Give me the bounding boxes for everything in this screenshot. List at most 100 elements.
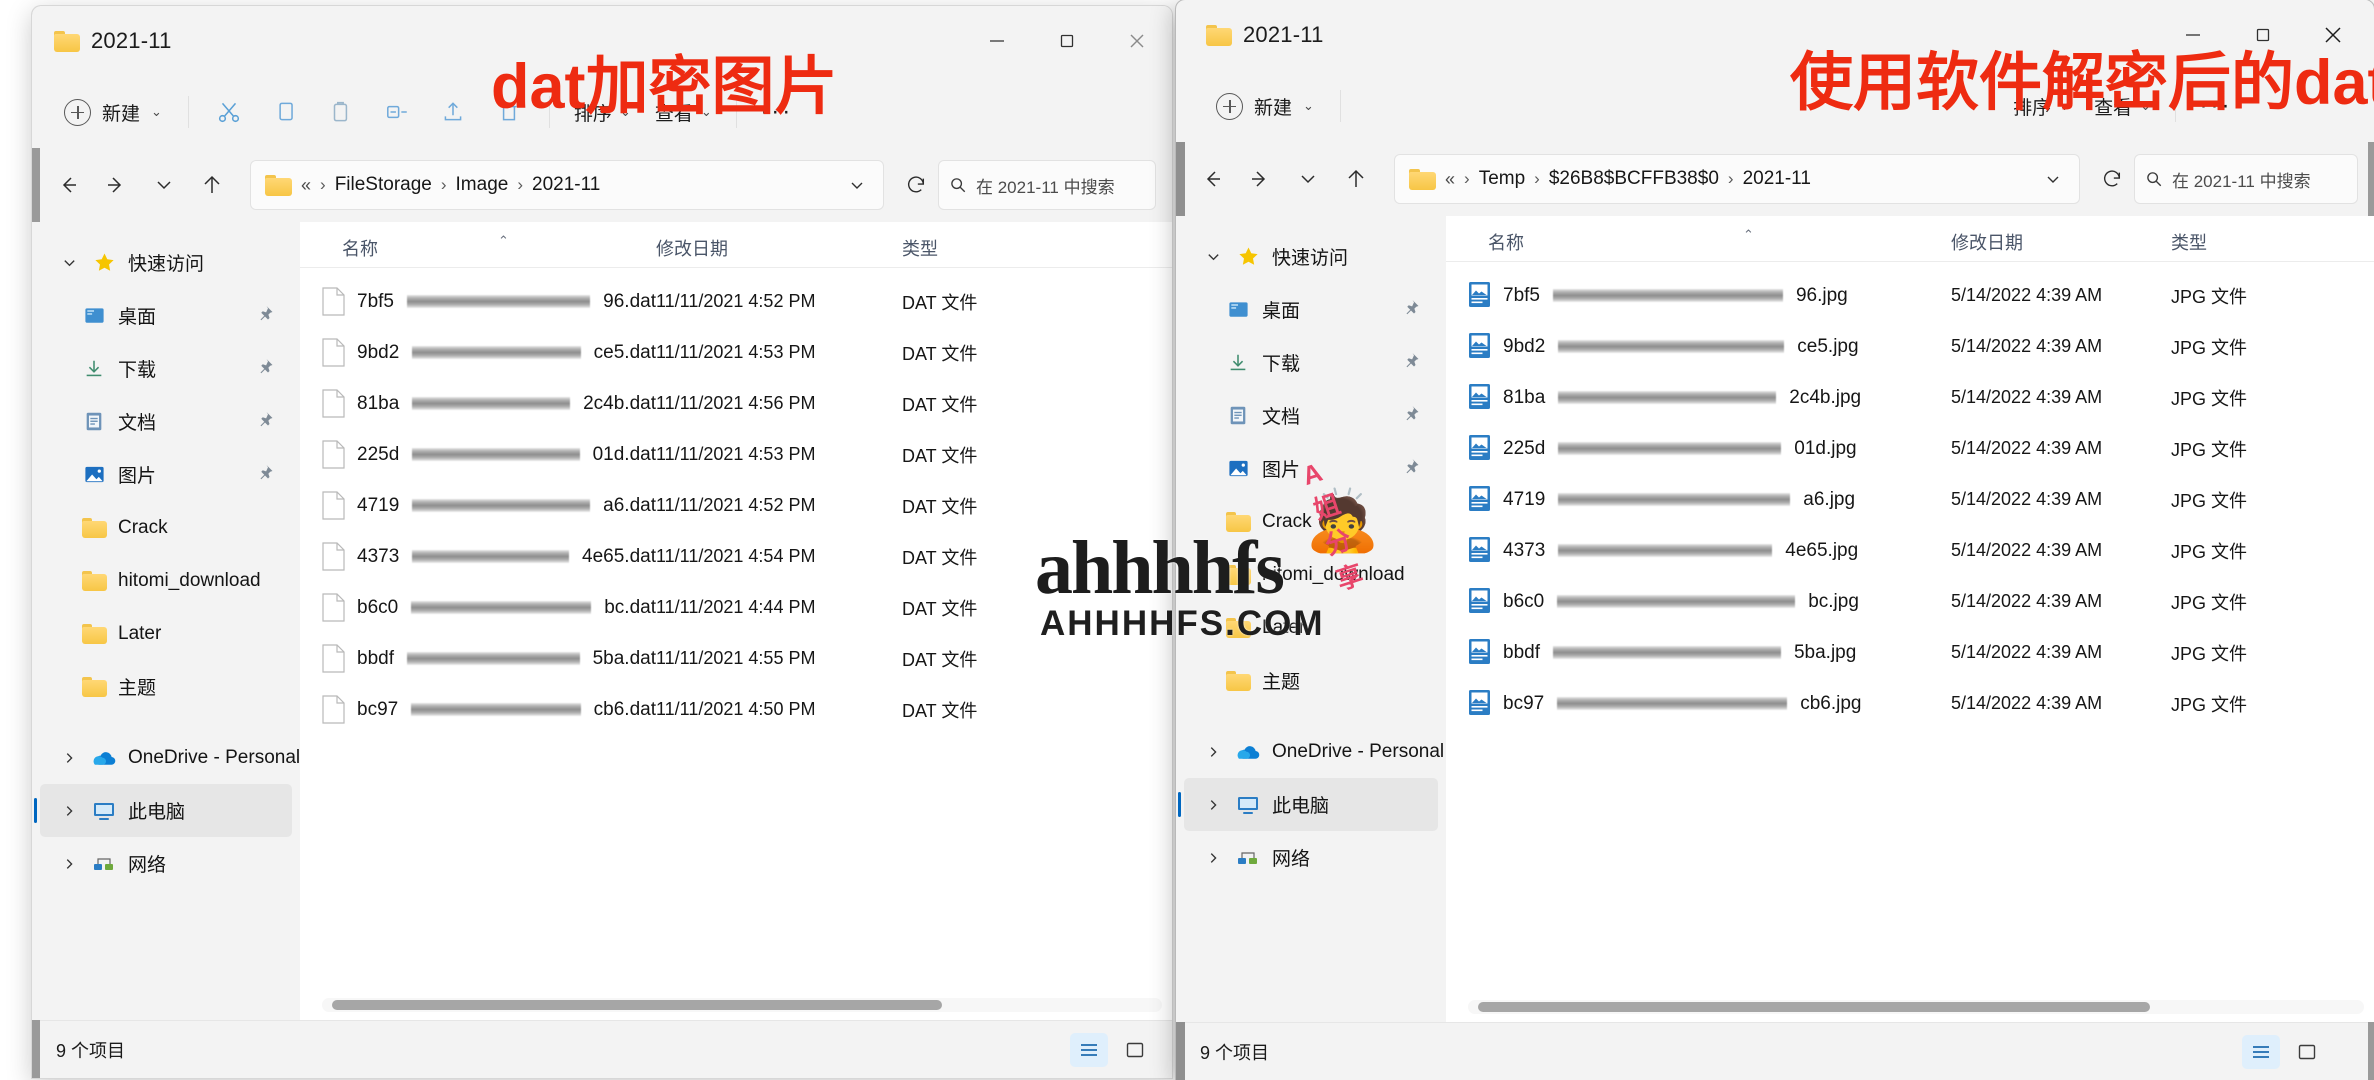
file-name-cell[interactable]: 225d 01d.dat (300, 440, 656, 469)
file-name-cell[interactable]: 4719 a6.dat (300, 491, 656, 520)
breadcrumb-item[interactable]: Temp (1479, 168, 1525, 190)
sidebar-item-hitomi-download[interactable]: hitomi_download (40, 554, 292, 607)
table-row[interactable]: bc97 cb6.jpg 5/14/2022 4:39 AM JPG 文件 (1446, 678, 2374, 729)
column-header-name[interactable]: 名称 ⌃ (300, 233, 656, 261)
chevron-right-icon[interactable] (58, 804, 80, 818)
sidebar-item-desktop[interactable]: 桌面 (40, 289, 292, 342)
file-name-cell[interactable]: bc97 cb6.dat (300, 695, 656, 724)
search-input-left[interactable]: 在 2021-11 中搜索 (938, 160, 1156, 210)
table-row[interactable]: 81ba 2c4b.dat 11/11/2021 4:56 PM DAT 文件 (300, 378, 1172, 429)
cut-button[interactable] (201, 86, 257, 138)
sidebar-item-later[interactable]: Later (1184, 601, 1438, 654)
refresh-button[interactable] (894, 163, 938, 207)
recent-locations-button[interactable] (1284, 155, 1332, 203)
more-options-button[interactable]: ··· (749, 88, 805, 136)
sidebar-item-crack[interactable]: Crack (40, 501, 292, 554)
column-header-date[interactable]: 修改日期 (1951, 229, 2171, 255)
sidebar-item-quick-access[interactable]: 快速访问 (1184, 230, 1438, 283)
breadcrumb-item[interactable]: $26B8$BCFFB38$0 (1549, 168, 1719, 190)
scrollbar-thumb[interactable] (332, 1000, 942, 1010)
new-button[interactable]: 新建 ⌄ (1208, 83, 1328, 129)
details-view-button[interactable] (2242, 1034, 2280, 1069)
maximize-button[interactable] (1032, 6, 1102, 76)
column-header-name[interactable]: 名称 ⌃ (1446, 227, 1951, 255)
breadcrumb-overflow[interactable]: « (1445, 169, 1455, 190)
pin-icon[interactable] (256, 463, 274, 486)
large-icons-view-button[interactable] (2288, 1035, 2326, 1069)
search-input-right[interactable]: 在 2021-11 中搜索 (2134, 154, 2358, 204)
layout-buttons-right[interactable] (2242, 1034, 2326, 1069)
table-row[interactable]: 225d 01d.jpg 5/14/2022 4:39 AM JPG 文件 (1446, 423, 2374, 474)
file-name-cell[interactable]: 225d 01d.jpg (1446, 434, 1951, 463)
breadcrumb-item[interactable]: 2021-11 (1743, 168, 1811, 190)
rename-button[interactable] (369, 86, 425, 138)
sort-menu[interactable]: 排序 ⌄ (2001, 82, 2082, 130)
sidebar-item-crack[interactable]: Crack (1184, 495, 1438, 548)
command-bar-right[interactable]: 新建 ⌄ 排序 ⌄ 查看 ⌄ ··· (1176, 70, 2374, 142)
sidebar-item-documents[interactable]: 文档 (40, 395, 292, 448)
up-button[interactable] (188, 161, 236, 209)
file-name-cell[interactable]: 9bd2 ce5.jpg (1446, 332, 1951, 361)
table-row[interactable]: b6c0 bc.jpg 5/14/2022 4:39 AM JPG 文件 (1446, 576, 2374, 627)
breadcrumb-overflow[interactable]: « (301, 175, 311, 196)
file-name-cell[interactable]: b6c0 bc.jpg (1446, 587, 1951, 616)
breadcrumb-item[interactable]: FileStorage (335, 174, 432, 196)
paste-button[interactable] (313, 86, 369, 138)
breadcrumb-item[interactable]: 2021-11 (532, 174, 600, 196)
sidebar-item-pictures[interactable]: 图片 (1184, 442, 1438, 495)
pin-icon[interactable] (256, 357, 274, 380)
sidebar-item-this-pc[interactable]: 此电脑 (34, 784, 292, 837)
large-icons-view-button[interactable] (1116, 1033, 1154, 1067)
file-name-cell[interactable]: bbdf 5ba.jpg (1446, 638, 1951, 667)
up-button[interactable] (1332, 155, 1380, 203)
file-name-cell[interactable]: 81ba 2c4b.jpg (1446, 383, 1951, 412)
chevron-right-icon[interactable] (58, 857, 80, 871)
details-view-button[interactable] (1070, 1032, 1108, 1067)
chevron-down-icon[interactable] (1202, 249, 1224, 264)
chevron-down-icon[interactable] (58, 255, 80, 270)
minimize-button[interactable] (962, 6, 1032, 76)
table-row[interactable]: bbdf 5ba.jpg 5/14/2022 4:39 AM JPG 文件 (1446, 627, 2374, 678)
file-name-cell[interactable]: bc97 cb6.jpg (1446, 689, 1951, 718)
sidebar-item-onedrive[interactable]: OneDrive - Personal (40, 731, 300, 784)
pin-icon[interactable] (1402, 351, 1420, 374)
pin-icon[interactable] (1402, 298, 1420, 321)
table-row[interactable]: 7bf5 96.dat 11/11/2021 4:52 PM DAT 文件 (300, 276, 1172, 327)
copy-button[interactable] (257, 86, 313, 138)
file-name-cell[interactable]: 7bf5 96.jpg (1446, 281, 1951, 310)
file-name-cell[interactable]: b6c0 bc.dat (300, 593, 656, 622)
sidebar-item-pictures[interactable]: 图片 (40, 448, 292, 501)
sidebar-item-quick-access[interactable]: 快速访问 (40, 236, 292, 289)
sidebar-item-network[interactable]: 网络 (40, 837, 292, 890)
table-row[interactable]: 4719 a6.jpg 5/14/2022 4:39 AM JPG 文件 (1446, 474, 2374, 525)
close-button[interactable] (2298, 0, 2368, 70)
more-options-button[interactable]: ··· (2188, 82, 2244, 130)
file-name-cell[interactable]: 4373 4e65.jpg (1446, 536, 1951, 565)
command-bar-left[interactable]: 新建 ⌄ 排序 ⌄ 查看 ⌄ ··· (32, 76, 1172, 148)
table-row[interactable]: 7bf5 96.jpg 5/14/2022 4:39 AM JPG 文件 (1446, 270, 2374, 321)
recent-locations-button[interactable] (140, 161, 188, 209)
view-menu[interactable]: 查看 ⌄ (643, 88, 724, 136)
chevron-right-icon[interactable] (1202, 745, 1224, 759)
navigation-pane-left[interactable]: 快速访问 桌面 下载 文档 图片 Crack hitomi_download L… (32, 222, 300, 1020)
address-bar-left[interactable]: « › FileStorage › Image › 2021-11 (250, 160, 884, 210)
forward-button[interactable] (92, 161, 140, 209)
table-row[interactable]: bbdf 5ba.dat 11/11/2021 4:55 PM DAT 文件 (300, 633, 1172, 684)
close-button[interactable] (1102, 6, 1172, 76)
sidebar-item-theme[interactable]: 主题 (1184, 654, 1438, 707)
file-explorer-window-left[interactable]: 2021-11 新建 ⌄ 排序 ⌄ 查看 ⌄ ··· « › FileStora… (32, 6, 1172, 1078)
breadcrumb-item[interactable]: Image (456, 174, 509, 196)
table-row[interactable]: 225d 01d.dat 11/11/2021 4:53 PM DAT 文件 (300, 429, 1172, 480)
sidebar-item-this-pc[interactable]: 此电脑 (1178, 778, 1438, 831)
pin-icon[interactable] (256, 304, 274, 327)
file-name-cell[interactable]: 4719 a6.jpg (1446, 485, 1951, 514)
address-bar-right[interactable]: « › Temp › $26B8$BCFFB38$0 › 2021-11 (1394, 154, 2080, 204)
table-row[interactable]: 4719 a6.dat 11/11/2021 4:52 PM DAT 文件 (300, 480, 1172, 531)
table-row[interactable]: 9bd2 ce5.dat 11/11/2021 4:53 PM DAT 文件 (300, 327, 1172, 378)
table-row[interactable]: 9bd2 ce5.jpg 5/14/2022 4:39 AM JPG 文件 (1446, 321, 2374, 372)
table-row[interactable]: 4373 4e65.jpg 5/14/2022 4:39 AM JPG 文件 (1446, 525, 2374, 576)
sidebar-item-downloads[interactable]: 下载 (1184, 336, 1438, 389)
file-list-pane-left[interactable]: 名称 ⌃ 修改日期 类型 7bf5 96.dat 11/11/2021 4:52… (300, 222, 1172, 1020)
pin-icon[interactable] (1402, 457, 1420, 480)
sidebar-item-network[interactable]: 网络 (1184, 831, 1438, 884)
